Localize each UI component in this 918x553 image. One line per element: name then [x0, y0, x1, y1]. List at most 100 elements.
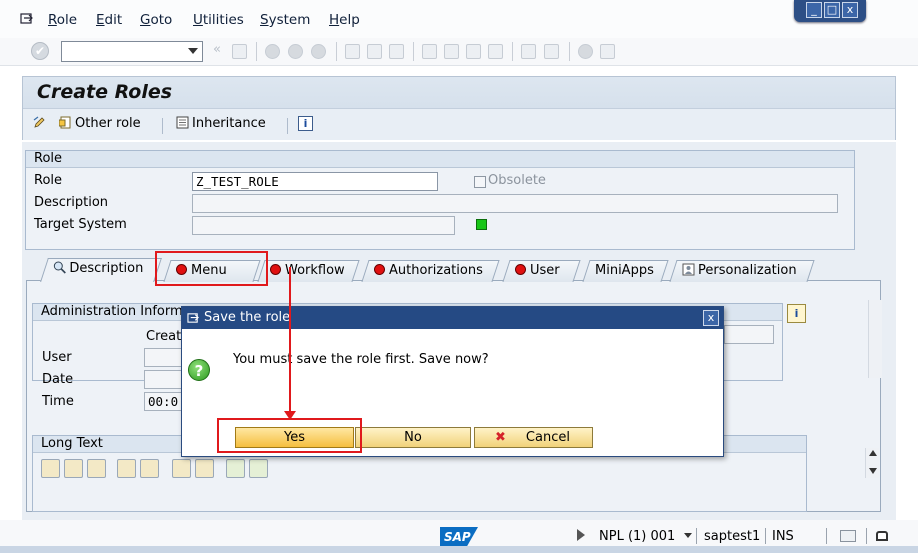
- cut-icon[interactable]: [41, 459, 60, 478]
- tab-miniapps-label: MiniApps: [595, 263, 654, 278]
- minimize-icon[interactable]: _: [806, 2, 822, 18]
- dialog-title: Save the role: [204, 310, 291, 325]
- annotation-arrow-line: [289, 267, 291, 415]
- help-icon[interactable]: [578, 44, 593, 59]
- toolbar-separator: [569, 42, 570, 61]
- date-label: Date: [42, 372, 74, 387]
- other-role-button[interactable]: Other role: [59, 116, 141, 131]
- status-green-icon: [476, 219, 487, 230]
- role-input[interactable]: Z_TEST_ROLE: [192, 172, 438, 191]
- role-group-header: Role: [26, 151, 854, 168]
- created-column-header: Creat: [146, 329, 182, 344]
- layout-icon[interactable]: [600, 44, 615, 59]
- last-page-icon[interactable]: [488, 44, 503, 59]
- changed-field-input[interactable]: [724, 325, 774, 344]
- command-field[interactable]: [61, 41, 203, 62]
- red-status-icon: [374, 264, 385, 275]
- tab-workflow[interactable]: Workflow: [257, 260, 360, 282]
- tab-menu[interactable]: Menu: [163, 260, 261, 282]
- undo-icon[interactable]: [117, 459, 136, 478]
- created-user-input[interactable]: [144, 348, 184, 367]
- menu-utilities-rest: tilities: [202, 12, 244, 28]
- tab-user[interactable]: User: [502, 260, 581, 282]
- red-status-icon: [176, 264, 187, 275]
- scrollbar-lower[interactable]: [865, 448, 879, 478]
- replace-icon[interactable]: [195, 459, 214, 478]
- dialog-message: You must save the role first. Save now?: [233, 352, 489, 367]
- menu-goto[interactable]: Goto: [140, 12, 172, 28]
- enter-icon[interactable]: ✔: [31, 42, 49, 60]
- scrollbar-upper[interactable]: [868, 300, 882, 378]
- next-page-icon[interactable]: [466, 44, 481, 59]
- new-session-icon[interactable]: [521, 44, 536, 59]
- export-icon[interactable]: [249, 459, 268, 478]
- description-input[interactable]: [192, 194, 838, 213]
- other-role-label: Other role: [75, 116, 141, 131]
- status-expand-icon[interactable]: [577, 529, 585, 541]
- inheritance-label: Inheritance: [192, 116, 266, 131]
- previous-page-icon[interactable]: [444, 44, 459, 59]
- tab-personalization[interactable]: Personalization: [669, 260, 815, 282]
- maximize-icon[interactable]: □: [824, 2, 840, 18]
- exit-icon[interactable]: [288, 44, 303, 59]
- info-icon[interactable]: i: [298, 116, 313, 131]
- menu-help[interactable]: Help: [329, 12, 360, 28]
- shortcut-icon[interactable]: [544, 44, 559, 59]
- scroll-up-icon[interactable]: [869, 450, 877, 456]
- inheritance-button[interactable]: Inheritance: [176, 116, 266, 131]
- paste-icon[interactable]: [87, 459, 106, 478]
- no-button[interactable]: No: [355, 427, 471, 448]
- menu-utilities-key: U: [193, 12, 203, 28]
- menu-role-key: R: [48, 12, 57, 28]
- toolbar-separator: [512, 42, 513, 61]
- tab-personalization-label: Personalization: [698, 263, 797, 278]
- system-info: NPL (1) 001: [599, 529, 676, 544]
- menu-edit[interactable]: Edit: [96, 12, 122, 28]
- description-tab-icon: [53, 261, 66, 274]
- input-mode: INS: [772, 529, 794, 544]
- chevron-down-icon[interactable]: [684, 533, 692, 538]
- window-controls: _ □ x: [794, 0, 866, 22]
- save-icon[interactable]: [232, 44, 247, 59]
- obsolete-checkbox[interactable]: [474, 176, 486, 188]
- dialog-close-icon[interactable]: x: [703, 310, 719, 326]
- dialog-menu-icon[interactable]: [187, 312, 200, 324]
- page-title: Create Roles: [37, 81, 173, 103]
- tab-description[interactable]: Description: [40, 258, 162, 282]
- edit-pencil-icon[interactable]: [33, 116, 49, 131]
- menu-role[interactable]: Role: [48, 12, 77, 28]
- find-next-icon[interactable]: [389, 44, 404, 59]
- double-chevron-left-icon[interactable]: «: [213, 42, 221, 57]
- cancel-button[interactable]: ✖ Cancel: [474, 427, 593, 448]
- description-label: Description: [34, 195, 109, 210]
- menu-icon[interactable]: [20, 12, 34, 29]
- import-icon[interactable]: [226, 459, 245, 478]
- tab-description-label: Description: [69, 261, 144, 276]
- first-page-icon[interactable]: [422, 44, 437, 59]
- yes-button[interactable]: Yes: [235, 427, 354, 448]
- menu-system[interactable]: System: [260, 12, 310, 28]
- close-window-icon[interactable]: x: [842, 2, 858, 18]
- copy-icon[interactable]: [64, 459, 83, 478]
- scroll-down-icon[interactable]: [869, 468, 877, 474]
- toolbar-separator: [287, 118, 288, 134]
- tab-user-label: User: [530, 263, 560, 278]
- tab-miniapps[interactable]: MiniApps: [582, 260, 669, 282]
- print-icon[interactable]: [345, 44, 360, 59]
- find-icon[interactable]: [172, 459, 191, 478]
- obsolete-label: Obsolete: [488, 173, 546, 188]
- back-icon[interactable]: [265, 44, 280, 59]
- cancel-icon[interactable]: [311, 44, 326, 59]
- menu-help-rest: elp: [339, 12, 360, 28]
- created-time-input[interactable]: 00:0: [144, 392, 184, 411]
- menu-system-rest: ystem: [268, 12, 311, 28]
- target-system-input[interactable]: [192, 216, 455, 235]
- menu-edit-key: E: [96, 12, 105, 28]
- find-icon[interactable]: [367, 44, 382, 59]
- redo-icon[interactable]: [140, 459, 159, 478]
- info-icon[interactable]: i: [787, 304, 806, 323]
- created-date-input[interactable]: [144, 370, 184, 389]
- chevron-down-icon[interactable]: [188, 48, 198, 54]
- tab-authorizations[interactable]: Authorizations: [361, 260, 500, 282]
- menu-utilities[interactable]: Utilities: [193, 12, 244, 28]
